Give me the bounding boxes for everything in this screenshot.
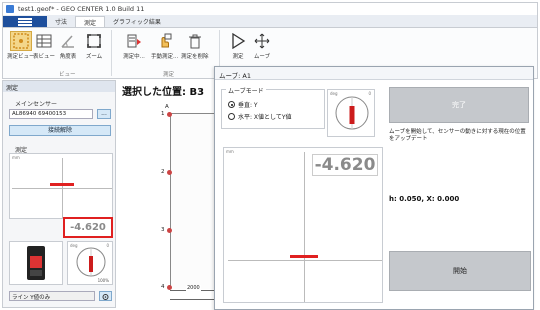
grid-point[interactable] bbox=[167, 170, 172, 175]
gauge-dial-icon bbox=[335, 96, 369, 130]
move-icon bbox=[254, 33, 270, 49]
settings-button[interactable] bbox=[99, 291, 112, 301]
mode-select[interactable]: ライン Y値のみ bbox=[9, 291, 95, 301]
layout-grid bbox=[170, 113, 214, 289]
delete-measure-button[interactable]: 測定を削除 bbox=[181, 31, 209, 60]
play-icon bbox=[232, 33, 246, 49]
delete-measure-icon bbox=[188, 34, 201, 49]
manual-measure-button[interactable]: 手動測定... bbox=[151, 31, 178, 60]
row-label: 2 bbox=[161, 169, 165, 175]
window-title: test1.geof* - GEO CENTER 1.0 Build 11 bbox=[18, 5, 145, 13]
dimension-line bbox=[170, 299, 214, 300]
layout-view: 選択した位置: B3 A 1 2 3 4 2000 bbox=[118, 80, 214, 308]
row-label: 1 bbox=[161, 111, 165, 117]
radio-selected-icon bbox=[228, 101, 235, 108]
gear-icon bbox=[102, 293, 109, 300]
radio-empty-icon bbox=[228, 113, 235, 120]
start-button[interactable]: 開始 bbox=[389, 251, 531, 291]
plot-unit: mm bbox=[226, 149, 234, 154]
measuring-button[interactable]: 測定中... bbox=[123, 31, 145, 60]
dialog-titlebar: ムーブ: A1 bbox=[215, 67, 533, 80]
sensor-image bbox=[9, 241, 63, 285]
dialog-value-display: -4.620 bbox=[308, 152, 382, 178]
menu-bar: 寸法 測定 グラフィック結果 bbox=[2, 15, 538, 27]
manual-measure-icon bbox=[161, 33, 172, 48]
browse-button[interactable]: ... bbox=[97, 109, 111, 119]
sensor-id-field[interactable]: AL86940 69400153 bbox=[9, 109, 93, 119]
move-dialog: ムーブ: A1 ムーブモード 垂直: Y 水平: X値としてY値 deg 0 完… bbox=[214, 66, 534, 310]
app-icon bbox=[6, 5, 14, 13]
measuring-icon bbox=[127, 34, 141, 48]
gauge-percent: 100% bbox=[97, 278, 109, 283]
tilt-gauge: deg 0 100% bbox=[67, 241, 113, 285]
move-mode-label: ムーブモード bbox=[226, 86, 266, 95]
complete-button[interactable]: 完了 bbox=[389, 87, 529, 123]
grid-point[interactable] bbox=[167, 228, 172, 233]
radio-vertical-label: 垂直: Y bbox=[238, 102, 258, 109]
dialog-title: ムーブ: A1 bbox=[219, 72, 251, 80]
ribbon-divider bbox=[111, 30, 112, 76]
move-mode-group: ムーブモード 垂直: Y 水平: X値としてY値 bbox=[221, 86, 325, 129]
move-button[interactable]: ムーブ bbox=[251, 31, 273, 60]
dialog-measured-value: -4.620 bbox=[311, 154, 379, 176]
group-label-view: ビュー bbox=[59, 72, 76, 78]
left-panel: 測定 メインセンサー AL86940 69400153 ... 接続解除 測定 … bbox=[2, 80, 116, 308]
hx-readout: h: 0.050, X: 0.000 bbox=[389, 195, 460, 203]
zoom-icon bbox=[87, 34, 101, 48]
sensor-device-icon bbox=[27, 246, 45, 280]
dialog-tilt-gauge: deg 0 bbox=[327, 89, 375, 137]
selected-position-title: 選択した位置: B3 bbox=[122, 87, 205, 98]
column-label-a: A bbox=[165, 104, 169, 110]
plot-axis-horizontal bbox=[228, 260, 382, 261]
radio-horizontal-label: 水平: X値としてY値 bbox=[238, 114, 292, 121]
measurement-marker bbox=[50, 183, 74, 186]
value-highlight: -4.620 bbox=[63, 217, 113, 238]
measure-button[interactable]: 測定 bbox=[227, 31, 249, 60]
file-menu[interactable] bbox=[3, 16, 47, 27]
title-bar: test1.geof* - GEO CENTER 1.0 Build 11 bbox=[2, 2, 538, 15]
instruction-text: ムーブを開始して、センサーの動きに対する現在の位置をアップデート bbox=[389, 129, 526, 143]
disconnect-button[interactable]: 接続解除 bbox=[9, 125, 111, 136]
plot-axis-horizontal bbox=[12, 188, 112, 189]
table-view-button[interactable]: 表ビュー bbox=[33, 31, 55, 60]
table-view-icon bbox=[36, 34, 52, 48]
group-label-measure: 測定 bbox=[163, 72, 175, 78]
row-label: 3 bbox=[161, 227, 165, 233]
measure-view-button[interactable]: 測定ビュー bbox=[7, 31, 35, 60]
grid-point[interactable] bbox=[167, 112, 172, 117]
row-label: 4 bbox=[161, 284, 165, 290]
tab-dimension[interactable]: 寸法 bbox=[47, 16, 75, 27]
zoom-button[interactable]: ズーム bbox=[83, 31, 105, 60]
plot-axis-vertical bbox=[304, 152, 305, 302]
dialog-plot: mm -4.620 bbox=[223, 147, 383, 303]
mini-plot: mm bbox=[9, 153, 113, 219]
dimension-small: 2000 bbox=[186, 285, 201, 291]
radio-vertical[interactable]: 垂直: Y bbox=[228, 100, 258, 109]
angle-table-button[interactable]: 角度表 bbox=[57, 31, 79, 60]
menu-icon bbox=[18, 20, 32, 23]
tab-measure[interactable]: 測定 bbox=[75, 16, 106, 27]
radio-horizontal[interactable]: 水平: X値としてY値 bbox=[228, 112, 292, 121]
measurement-marker bbox=[290, 255, 318, 258]
tab-graphic-results[interactable]: グラフィック結果 bbox=[105, 16, 169, 27]
measure-view-icon bbox=[13, 33, 29, 49]
left-panel-header: 測定 bbox=[3, 81, 115, 92]
gauge-dial-icon bbox=[76, 247, 106, 277]
plot-unit: mm bbox=[12, 155, 20, 160]
angle-table-icon bbox=[61, 35, 74, 48]
sensor-section-label: メインセンサー bbox=[15, 101, 58, 108]
measured-value: -4.620 bbox=[70, 222, 106, 233]
